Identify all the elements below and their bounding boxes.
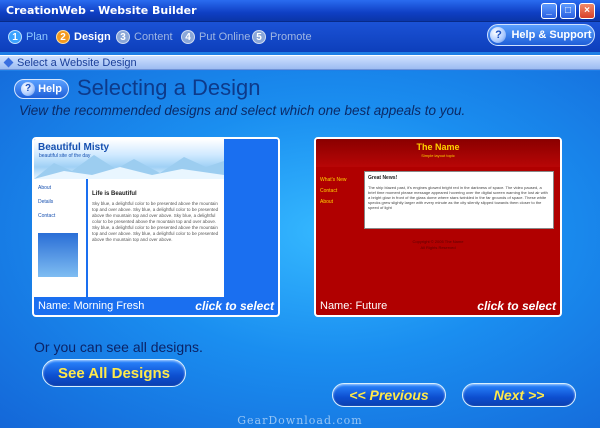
question-icon: ?: [490, 27, 507, 43]
step-design[interactable]: 2 Design: [56, 29, 111, 45]
preview-content-box: Great News! The ship blazed past, it's e…: [364, 171, 554, 229]
window-titlebar: CreationWeb - Website Builder _ □ ×: [0, 0, 600, 22]
preview-nav-item: Details: [38, 199, 54, 205]
question-icon: ?: [21, 82, 36, 96]
preview-nav: What's New Contact About: [320, 175, 347, 208]
preview-nav: About Details Contact: [38, 181, 55, 223]
step-plan[interactable]: 1 Plan: [8, 29, 48, 45]
diamond-bullet-icon: [3, 57, 14, 68]
window-title: CreationWeb - Website Builder: [6, 4, 197, 17]
see-all-designs-button[interactable]: See All Designs: [42, 359, 186, 387]
next-button[interactable]: Next >>: [462, 383, 576, 407]
preview-text: The ship blazed past, it's engines glowe…: [368, 185, 548, 210]
help-button[interactable]: ? Help: [14, 79, 69, 99]
minimize-button[interactable]: _: [541, 3, 557, 19]
step-put-online[interactable]: 4 Put Online: [181, 29, 250, 45]
preview-nav-item: About: [320, 199, 334, 205]
design-preview-morning-fresh[interactable]: Beautiful Misty beautiful site of the da…: [34, 139, 278, 297]
help-label: Help: [38, 83, 62, 95]
page-heading: Selecting a Design: [77, 75, 261, 100]
step-promote[interactable]: 5 Promote: [252, 29, 312, 45]
card-footer: Name: Future click to select: [316, 297, 560, 315]
preview-nav-item: Contact: [38, 213, 56, 219]
preview-text: Sky blue, a delightful color to be prese…: [92, 201, 219, 242]
preview-header: Beautiful Misty beautiful site of the da…: [34, 139, 224, 179]
step-number-icon: 1: [8, 30, 22, 44]
step-content[interactable]: 3 Content: [116, 29, 173, 45]
close-button[interactable]: ×: [579, 3, 595, 19]
section-title: Select a Website Design: [17, 56, 137, 69]
step-label: Design: [74, 31, 111, 43]
design-selection-panel: ? Help Selecting a Design View the recom…: [0, 71, 600, 428]
design-preview-future[interactable]: The Name Simple layout topic What's New …: [316, 139, 560, 297]
click-to-select-link[interactable]: click to select: [195, 299, 274, 313]
design-card-future[interactable]: The Name Simple layout topic What's New …: [314, 137, 562, 317]
help-support-button[interactable]: ? Help & Support: [487, 24, 595, 46]
preview-heading: Great News!: [368, 175, 398, 181]
maximize-button[interactable]: □: [560, 3, 576, 19]
preview-tagline: beautiful site of the day: [39, 153, 91, 159]
step-number-icon: 4: [181, 30, 195, 44]
preview-nav-item: Contact: [320, 188, 338, 194]
design-card-morning-fresh[interactable]: Beautiful Misty beautiful site of the da…: [32, 137, 280, 317]
preview-header: The Name Simple layout topic: [316, 139, 560, 167]
step-number-icon: 5: [252, 30, 266, 44]
page-subtitle: View the recommended designs and select …: [19, 103, 466, 118]
step-label: Plan: [26, 31, 49, 43]
watermark: GearDownload.com: [237, 414, 363, 427]
click-to-select-link[interactable]: click to select: [477, 299, 556, 313]
previous-button[interactable]: << Previous: [332, 383, 446, 407]
preview-site-title: The Name: [416, 142, 460, 152]
preview-nav-item: About: [38, 185, 52, 191]
help-support-label: Help & Support: [511, 29, 592, 41]
preview-sidebar: About Details Contact: [34, 179, 86, 297]
card-footer: Name: Morning Fresh click to select: [34, 297, 278, 315]
step-label: Put Online: [199, 31, 251, 43]
preview-site-title: Beautiful Misty: [38, 142, 110, 153]
preview-footer: Copyright © 2005 The Name All Rights Res…: [412, 239, 464, 250]
see-all-prompt: Or you can see all designs.: [34, 339, 203, 355]
step-number-icon: 3: [116, 30, 130, 44]
design-name: Name: Morning Fresh: [38, 300, 145, 312]
section-header: Select a Website Design: [0, 55, 600, 70]
preview-tagline: Simple layout topic: [421, 153, 455, 158]
preview-nav-item: What's New: [320, 177, 347, 183]
preview-body: Life is Beautiful Sky blue, a delightful…: [88, 179, 224, 297]
step-label: Promote: [270, 31, 312, 43]
step-label: Content: [134, 31, 173, 43]
preview-heading: Life is Beautiful: [92, 191, 137, 197]
step-number-icon: 2: [56, 30, 70, 44]
wave-image: [38, 233, 78, 277]
design-name: Name: Future: [320, 300, 388, 312]
